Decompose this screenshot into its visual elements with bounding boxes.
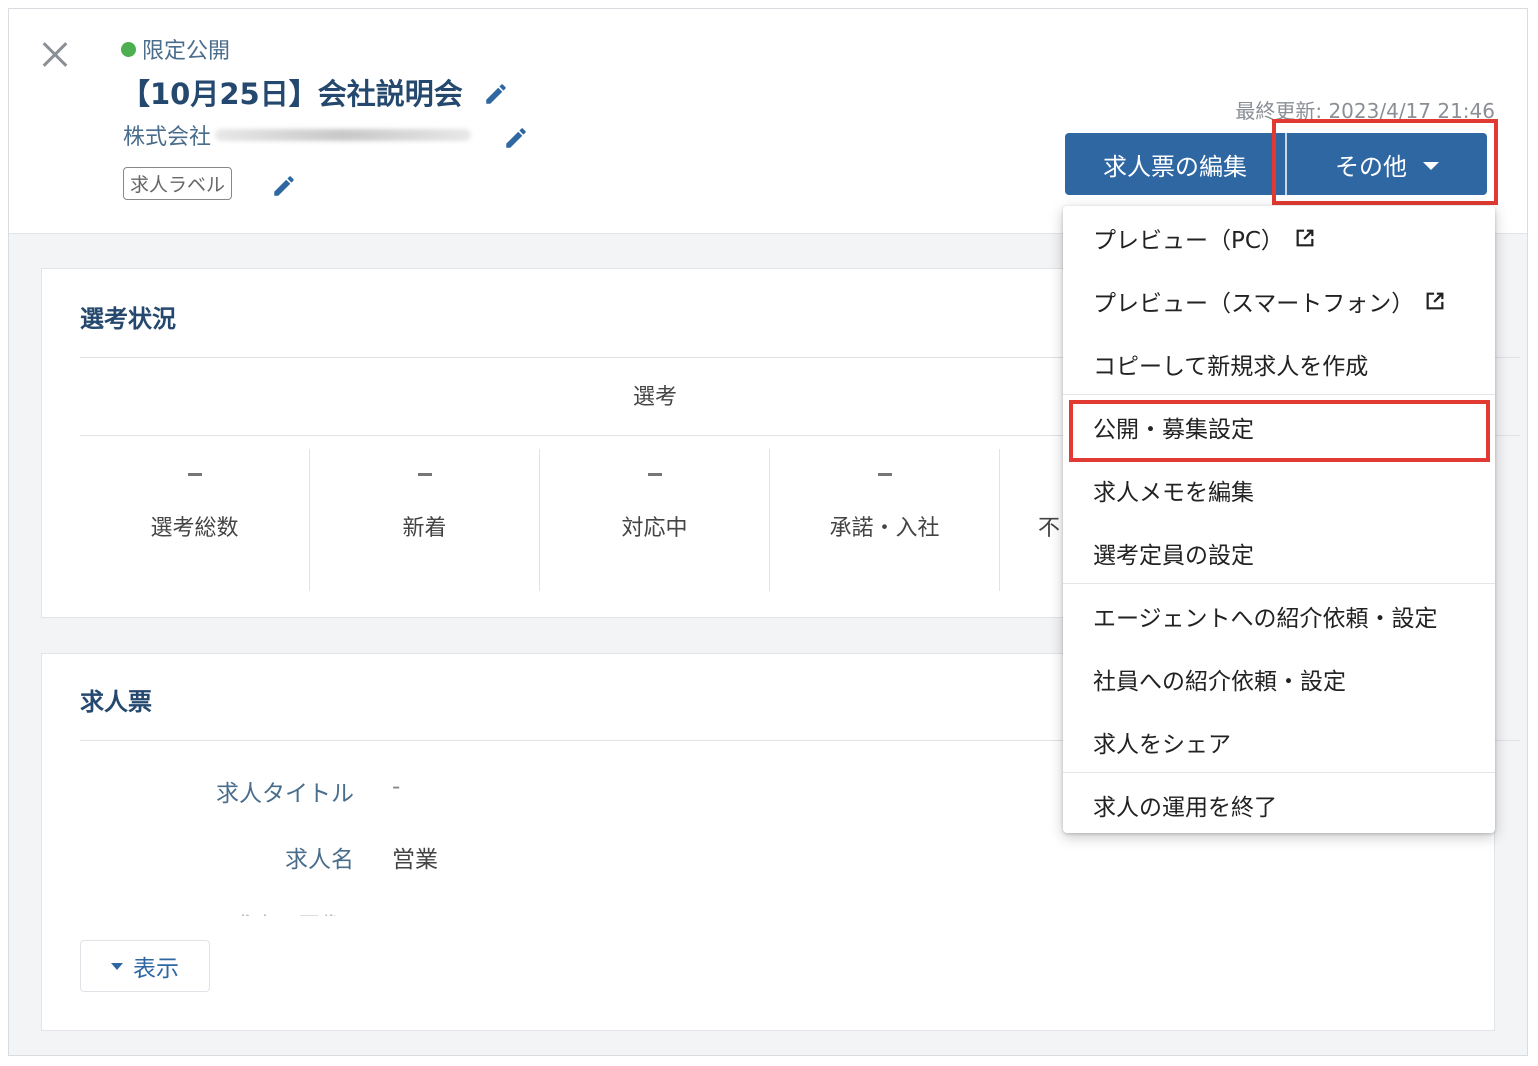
redacted-text	[215, 129, 472, 141]
stat-label: 新着	[402, 516, 447, 541]
stat-cell[interactable]: 新着	[310, 449, 540, 591]
menu-item-preview-pc[interactable]: プレビュー（PC）	[1063, 206, 1495, 269]
menu-item-preview-sp[interactable]: プレビュー（スマートフォン）	[1063, 269, 1495, 332]
pencil-icon[interactable]	[503, 125, 529, 151]
status-badge: 限定公開	[121, 33, 230, 65]
edit-job-button[interactable]: 求人票の編集	[1065, 133, 1287, 195]
page-title: 【10月25日】会社説明会	[121, 77, 463, 111]
caret-down-icon	[111, 962, 123, 970]
faded-row: 求人・画像	[232, 908, 392, 916]
menu-item-employee-referral[interactable]: 社員への紹介依頼・設定	[1063, 647, 1495, 710]
field-value: 営業	[392, 847, 438, 873]
other-dropdown-menu: プレビュー（PC） プレビュー（スマートフォン） コピーして新規求人を作成 公開…	[1063, 206, 1495, 833]
stat-label: 承諾・入社	[829, 516, 940, 541]
job-label-tag: 求人ラベル	[123, 167, 233, 200]
stat-value	[187, 473, 202, 476]
highlight-box	[1069, 400, 1490, 462]
stat-value	[877, 473, 892, 476]
menu-item-agent-referral[interactable]: エージェントへの紹介依頼・設定	[1063, 584, 1495, 647]
section-title: 選考状況	[80, 305, 176, 333]
company-name: 株式会社	[123, 119, 472, 151]
menu-item-end-operation[interactable]: 求人の運用を終了	[1063, 773, 1495, 836]
selection-group-header: 選考	[632, 385, 677, 410]
show-more-button[interactable]: 表示	[80, 940, 210, 992]
highlight-box	[1272, 119, 1498, 205]
stat-cell[interactable]: 対応中	[540, 449, 770, 591]
menu-item-capacity[interactable]: 選考定員の設定	[1063, 521, 1495, 584]
stat-label: 選考総数	[150, 516, 239, 541]
close-icon[interactable]	[35, 35, 75, 75]
external-link-icon	[1296, 229, 1314, 246]
stat-cell[interactable]: 承諾・入社	[770, 449, 1000, 591]
external-link-icon	[1426, 292, 1444, 309]
company-label: 株式会社	[123, 125, 212, 150]
show-more-label: 表示	[133, 956, 179, 982]
menu-item-share[interactable]: 求人をシェア	[1063, 710, 1495, 773]
field-key: 求人タイトル	[216, 781, 354, 807]
menu-item-edit-memo[interactable]: 求人メモを編集	[1063, 458, 1495, 521]
stat-value	[647, 473, 662, 476]
stat-label: 対応中	[621, 516, 688, 541]
field-key: 求人名	[285, 847, 354, 873]
menu-item-label: プレビュー（PC）	[1093, 227, 1284, 254]
status-dot	[121, 41, 136, 57]
status-label: 限定公開	[142, 39, 231, 64]
field-value: -	[392, 774, 401, 800]
menu-item-label: プレビュー（スマートフォン）	[1093, 290, 1415, 317]
stat-cell[interactable]: 選考総数	[80, 449, 310, 591]
menu-item-copy[interactable]: コピーして新規求人を作成	[1063, 332, 1495, 395]
section-title: 求人票	[80, 688, 152, 716]
stat-value	[417, 473, 432, 476]
pencil-icon[interactable]	[483, 81, 509, 107]
pencil-icon[interactable]	[271, 173, 297, 199]
